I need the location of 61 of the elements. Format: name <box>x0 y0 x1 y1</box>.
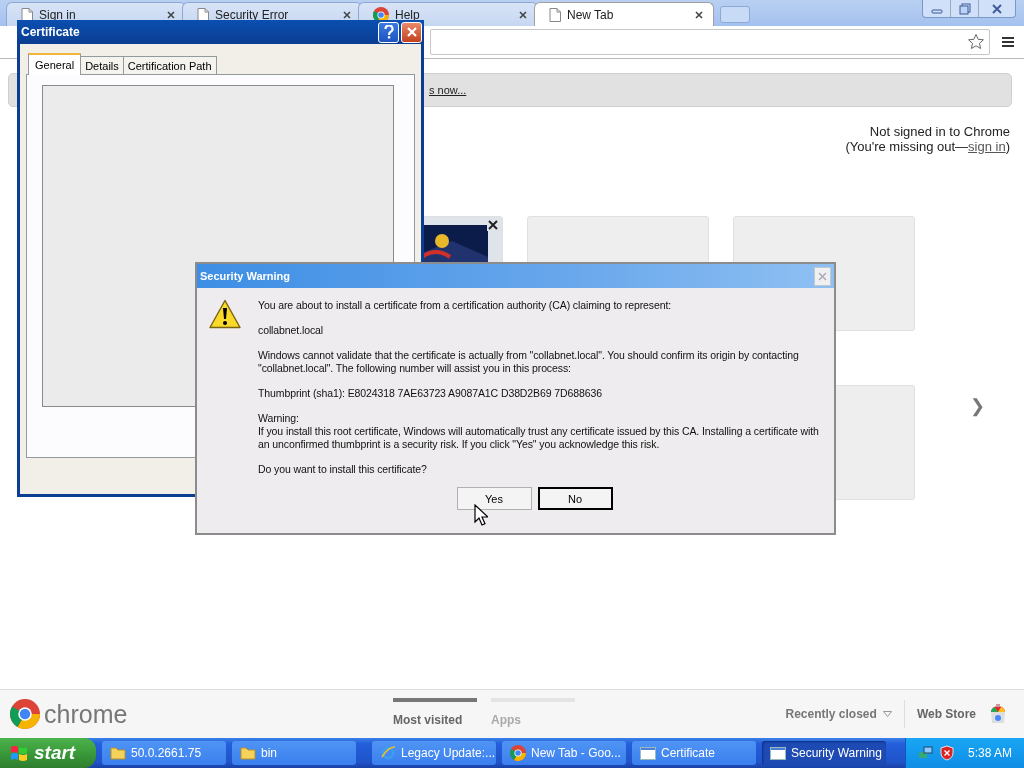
page-icon <box>549 7 561 22</box>
signin-prompt: (You're missing out—sign in) <box>845 139 1010 154</box>
network-icon <box>917 745 934 761</box>
footer-section-tab[interactable]: Most visited <box>393 698 477 727</box>
chrome-icon <box>10 699 40 729</box>
remove-thumbnail-button[interactable] <box>487 219 499 231</box>
infobar-link[interactable]: s now... <box>429 84 467 96</box>
caret-icon <box>882 711 892 717</box>
question-text: Do you want to install this certificate? <box>258 463 428 476</box>
window-icon <box>640 746 656 760</box>
dialog-tab[interactable]: General <box>28 53 82 75</box>
window-icon <box>770 746 786 760</box>
next-page-button[interactable]: ❯ <box>970 395 985 417</box>
tab-title: Help <box>395 7 421 22</box>
help-icon <box>383 25 394 39</box>
chrome-icon <box>510 745 526 761</box>
start-button[interactable]: start <box>0 738 96 768</box>
start-label: start <box>34 742 76 764</box>
warning-heading: Warning: <box>258 412 300 425</box>
close-icon <box>405 26 418 38</box>
close-icon <box>167 10 175 19</box>
close-icon <box>695 10 703 19</box>
folder-icon <box>110 746 126 760</box>
dialog-text: You are about to install a certificate from a certification authority (CA) claiming to represent: <box>258 299 673 312</box>
address-field[interactable] <box>430 29 990 55</box>
web-store-link[interactable]: Web Store <box>916 707 976 721</box>
star-icon <box>967 33 985 51</box>
globe-icon <box>380 745 396 761</box>
new-tab-button[interactable] <box>720 6 750 23</box>
signin-status: Not signed in to Chrome <box>868 124 1010 139</box>
cursor-icon <box>474 504 488 526</box>
help-button[interactable] <box>378 21 399 43</box>
dialog-tab[interactable]: Details <box>80 56 124 74</box>
close-icon <box>519 10 527 19</box>
web-store-icon <box>988 704 1008 724</box>
warning-icon <box>209 299 241 329</box>
taskbar-button[interactable]: Security Warning <box>762 741 886 765</box>
sign-in-link[interactable]: sign in <box>968 139 1006 154</box>
dialog-text: Windows cannot validate that the certificate is actually from "collabnet.local". You should confirm its origin by contacting "collabnet.local". The following number will assist you in this process: <box>258 349 800 375</box>
close-icon <box>991 2 1003 15</box>
dialog-tab[interactable]: Certification Path <box>122 56 217 74</box>
browser-tab[interactable]: New Tab <box>534 2 714 26</box>
warning-text: If you install this root certificate, Windows will automatically trust any certificate issued by this CA. Installing a certificate with an unconfirmed thumbprint is a security risk. If you click "Yes" you acknowledge this risk. <box>258 425 820 451</box>
yes-button[interactable]: Yes <box>456 487 532 510</box>
no-button[interactable]: No <box>537 487 613 510</box>
close-icon <box>343 10 351 19</box>
folder-icon <box>240 746 256 760</box>
thumbprint-text: Thumbprint (sha1): E8024318 7AE63723 A9087A1C D38D2B69 7D688636 <box>258 387 603 400</box>
restore-icon <box>958 2 971 15</box>
chrome-wordmark: chrome <box>44 699 128 729</box>
shield-icon <box>939 745 954 761</box>
tab-title: New Tab <box>567 7 615 22</box>
window-title: Certificate <box>21 25 81 39</box>
close-icon <box>488 220 498 230</box>
clock: 5:38 AM <box>967 746 1012 760</box>
windows-flag-icon <box>10 744 28 762</box>
certificate-name: collabnet.local <box>258 324 325 337</box>
close-icon <box>818 271 827 281</box>
menu-icon <box>1002 36 1014 48</box>
window-title: Security Warning <box>200 270 292 282</box>
tab-title: Security Error <box>215 7 290 22</box>
